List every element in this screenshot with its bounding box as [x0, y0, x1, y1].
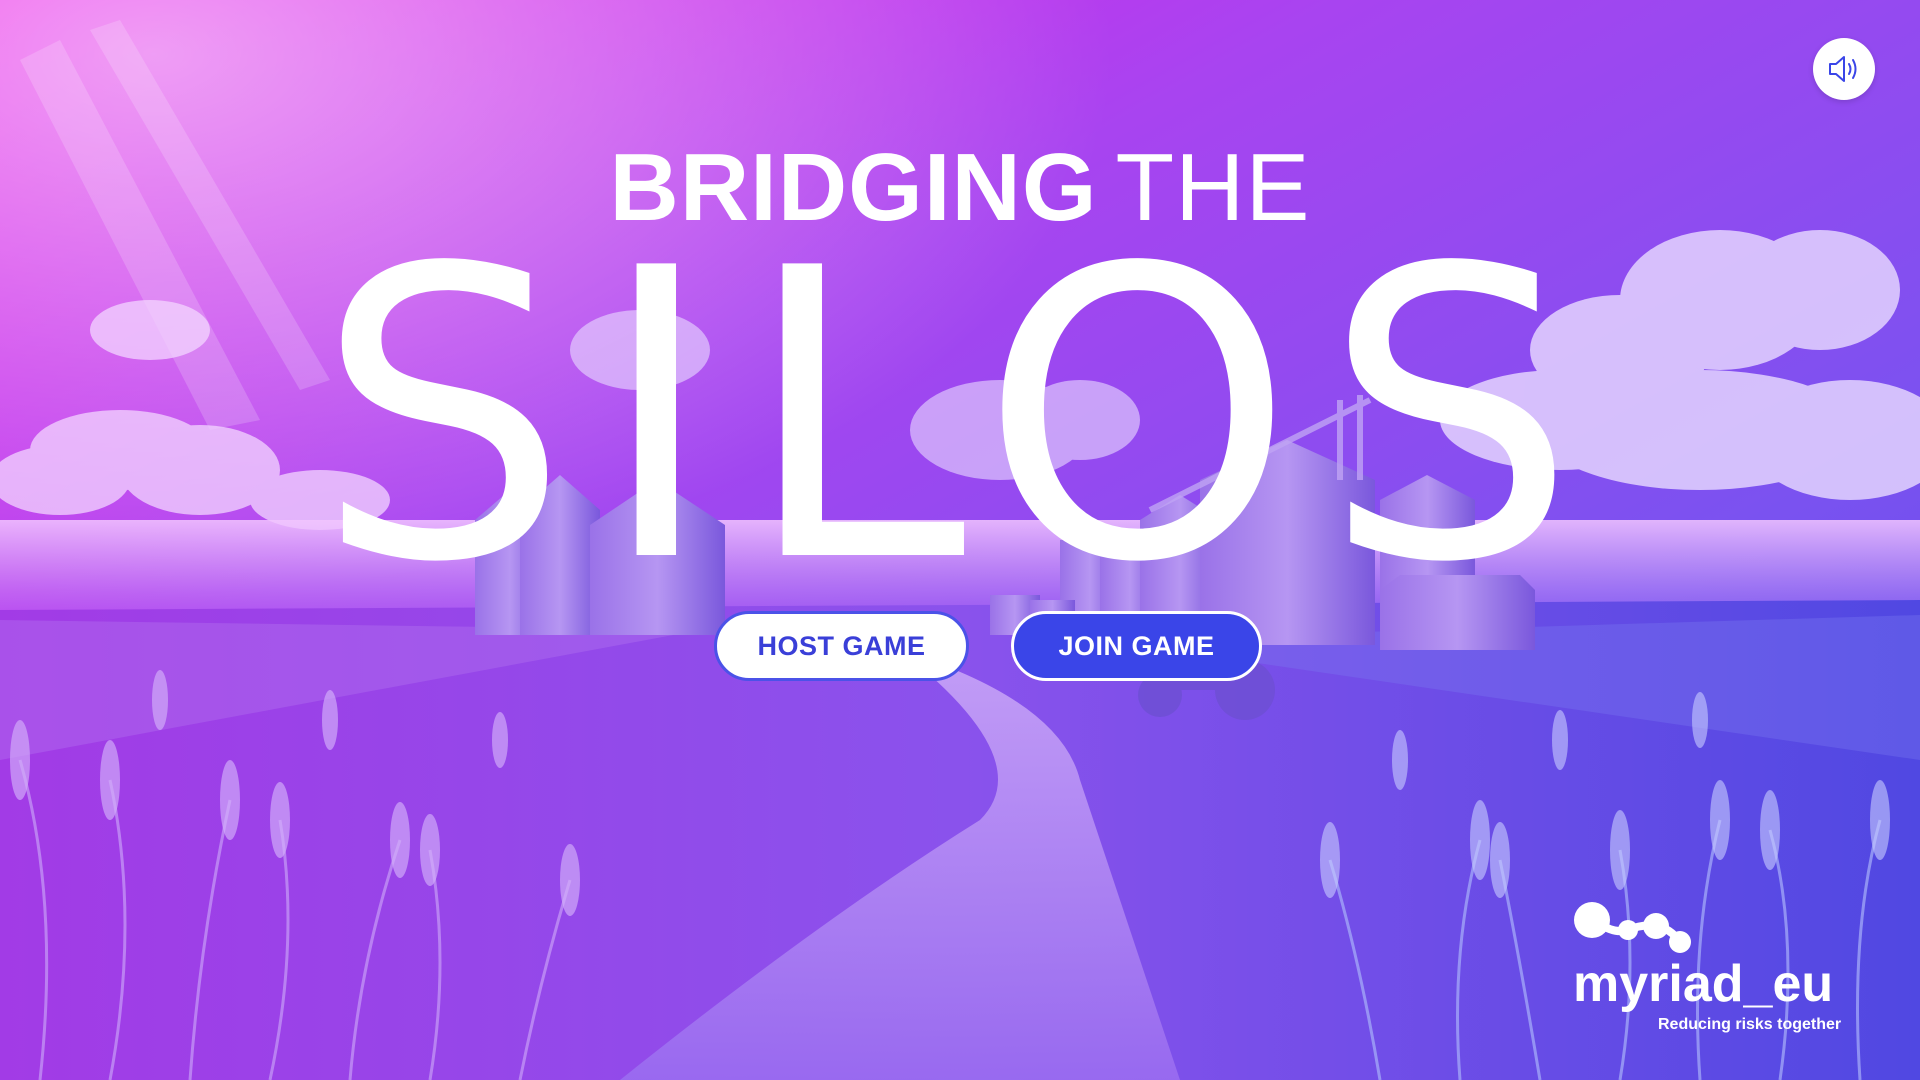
logo-molecule-icon	[1574, 902, 1691, 953]
join-game-button[interactable]: JOIN GAME	[1011, 611, 1262, 681]
myriad-logo: myriad_eu Reducing risks together	[1570, 900, 1870, 1040]
title-screen: BRIDGING THE SILOS HOST GAME JOIN GAME my…	[0, 0, 1920, 1080]
sound-toggle-button[interactable]	[1813, 38, 1875, 100]
host-game-button[interactable]: HOST GAME	[714, 611, 969, 681]
logo-wordmark: myriad_eu	[1573, 955, 1834, 1013]
title-silos: SILOS	[315, 185, 1605, 650]
logo-tagline: Reducing risks together	[1658, 1016, 1842, 1033]
speaker-volume-icon	[1829, 56, 1857, 82]
